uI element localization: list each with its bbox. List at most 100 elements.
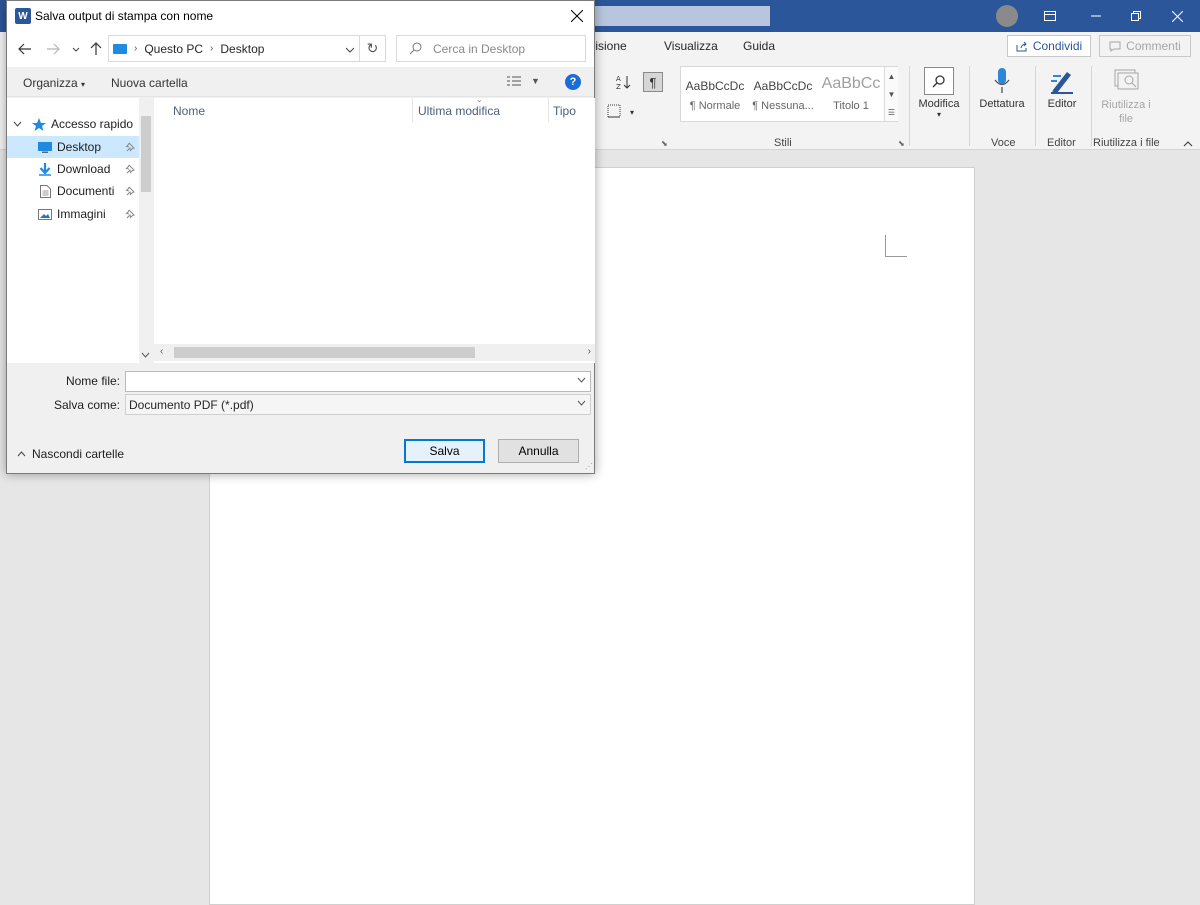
organize-button[interactable]: Organizza ▾ [23, 76, 85, 90]
borders-dropdown-icon[interactable]: ▾ [622, 102, 642, 122]
word-search-box[interactable] [590, 6, 770, 26]
this-pc-icon [113, 43, 127, 54]
restore-icon[interactable] [1113, 0, 1159, 32]
pilcrow-icon[interactable]: ¶ [643, 72, 663, 92]
sidebar-item-download[interactable]: Download [7, 158, 139, 180]
horizontal-scrollbar[interactable]: ‹ › [154, 344, 595, 361]
pin-icon[interactable] [125, 141, 135, 155]
chevron-right-icon: › [210, 43, 214, 54]
horizontal-scroll-thumb[interactable] [174, 347, 475, 358]
search-placeholder: Cerca in Desktop [433, 41, 526, 56]
chevron-down-icon[interactable] [577, 375, 586, 386]
dettatura-label: Dettatura [979, 98, 1025, 110]
close-window-icon[interactable] [1154, 0, 1200, 32]
comments-button[interactable]: Commenti [1099, 35, 1191, 57]
hide-folders-toggle[interactable]: Nascondi cartelle [17, 447, 124, 461]
sidebar-item-desktop[interactable]: Desktop [7, 136, 139, 158]
ribbon-display-options-icon[interactable] [1027, 0, 1073, 32]
sort-icon[interactable]: AZ [614, 72, 634, 92]
change-view-button[interactable]: ▼ [507, 75, 540, 87]
style-titolo1[interactable]: AaBbCc Titolo 1 [819, 69, 883, 119]
sidebar-item-immagini[interactable]: Immagini [7, 203, 139, 225]
help-icon[interactable]: ? [565, 74, 581, 90]
scroll-right-icon[interactable]: › [588, 346, 591, 357]
style-nessuna[interactable]: AaBbCcDc ¶ Nessuna... [751, 69, 815, 119]
savetype-select[interactable]: Documento PDF (*.pdf) [125, 394, 591, 415]
microphone-icon [994, 68, 1010, 93]
dettatura-button[interactable]: Dettatura [972, 64, 1032, 110]
command-bar: Organizza ▾ Nuova cartella ▼ ? [7, 67, 594, 97]
scroll-left-icon[interactable]: ‹ [160, 346, 163, 357]
savetype-label: Salva come: [53, 398, 120, 412]
tab-visualizza[interactable]: Visualizza [664, 39, 718, 53]
borders-icon[interactable] [604, 101, 624, 121]
back-arrow-icon[interactable] [16, 40, 34, 58]
nav-scrollbar[interactable] [139, 98, 153, 363]
share-icon [1016, 41, 1027, 51]
chevron-down-icon: ▼ [531, 76, 540, 86]
group-label-editor: Editor [1047, 137, 1076, 149]
chevron-down-icon: ▾ [81, 80, 86, 89]
sidebar-item-accesso-rapido[interactable]: Accesso rapido [7, 113, 139, 135]
sidebar-item-label: Desktop [57, 140, 102, 154]
paragraph-launcher-icon[interactable]: ⬊ [661, 139, 668, 148]
editor-button[interactable]: Editor [1032, 64, 1092, 110]
pin-icon[interactable] [125, 208, 135, 222]
riutilizza-button[interactable]: Riutilizza i file [1096, 64, 1156, 126]
chevron-down-icon[interactable] [577, 398, 586, 409]
modifica-label: Modifica [918, 98, 960, 110]
account-avatar[interactable] [996, 5, 1018, 27]
documents-icon [37, 184, 53, 198]
hide-folders-label: Nascondi cartelle [32, 447, 125, 461]
navigation-pane: Accesso rapido Desktop Download Document… [7, 98, 153, 363]
gallery-up-icon[interactable]: ▲ [884, 67, 898, 85]
filename-field[interactable] [125, 371, 591, 392]
new-folder-button[interactable]: Nuova cartella [111, 76, 188, 90]
breadcrumb-desktop[interactable]: Desktop [220, 42, 264, 56]
share-button[interactable]: Condividi [1007, 35, 1091, 57]
group-separator [969, 66, 970, 146]
recent-locations-icon[interactable] [67, 40, 85, 58]
column-header-ultima-modifica[interactable]: Ultima modifica [418, 104, 500, 118]
word-app-icon: W [15, 8, 31, 24]
address-row: › Questo PC › Desktop ↻ Cerca in Desktop [7, 31, 594, 67]
gallery-down-icon[interactable]: ▼ [884, 85, 898, 103]
sort-caret-icon: ⌄ [476, 95, 483, 104]
styles-launcher-icon[interactable]: ⬊ [898, 139, 905, 148]
style-normale[interactable]: AaBbCcDc ¶ Normale [683, 69, 747, 119]
pin-icon[interactable] [125, 163, 135, 177]
sidebar-item-label: Immagini [57, 207, 106, 221]
save-button[interactable]: Salva [404, 439, 485, 463]
chevron-down-icon[interactable] [345, 42, 355, 56]
style-name: ¶ Nessuna... [752, 100, 814, 112]
column-header-nome[interactable]: Nome [173, 104, 205, 118]
svg-text:A: A [616, 75, 621, 83]
modifica-button[interactable]: Modifica ▾ [909, 64, 969, 119]
tab-guida[interactable]: Guida [743, 39, 775, 53]
up-arrow-icon[interactable] [87, 40, 105, 58]
column-separator[interactable] [548, 98, 549, 122]
column-header-tipo[interactable]: Tipo [553, 104, 576, 118]
scroll-down-icon[interactable] [141, 350, 150, 360]
pictures-icon [37, 207, 53, 221]
margin-corner-mark [885, 235, 907, 257]
sidebar-item-documenti[interactable]: Documenti [7, 180, 139, 202]
collapse-ribbon-icon[interactable] [1178, 134, 1198, 154]
refresh-icon[interactable]: ↻ [359, 36, 385, 61]
column-separator[interactable] [412, 98, 413, 122]
breadcrumb-questo-pc[interactable]: Questo PC [144, 42, 203, 56]
search-input[interactable]: Cerca in Desktop [396, 35, 586, 62]
details-view-icon [507, 76, 521, 86]
resize-grip-icon[interactable]: ⋰ [585, 462, 593, 471]
gallery-more-icon[interactable]: ☰ [884, 103, 898, 121]
chevron-down-icon[interactable] [13, 119, 23, 129]
forward-arrow-icon[interactable] [44, 40, 62, 58]
cancel-button[interactable]: Annulla [498, 439, 579, 463]
close-icon[interactable] [566, 5, 588, 27]
pin-icon[interactable] [125, 185, 135, 199]
nav-scroll-thumb[interactable] [141, 116, 151, 192]
file-list[interactable]: Nome ⌄ Ultima modifica Tipo ‹ › [154, 95, 595, 363]
address-bar[interactable]: › Questo PC › Desktop ↻ [108, 35, 386, 62]
style-sample: AaBbCcDc [685, 79, 745, 93]
sidebar-item-label: Documenti [57, 184, 115, 198]
